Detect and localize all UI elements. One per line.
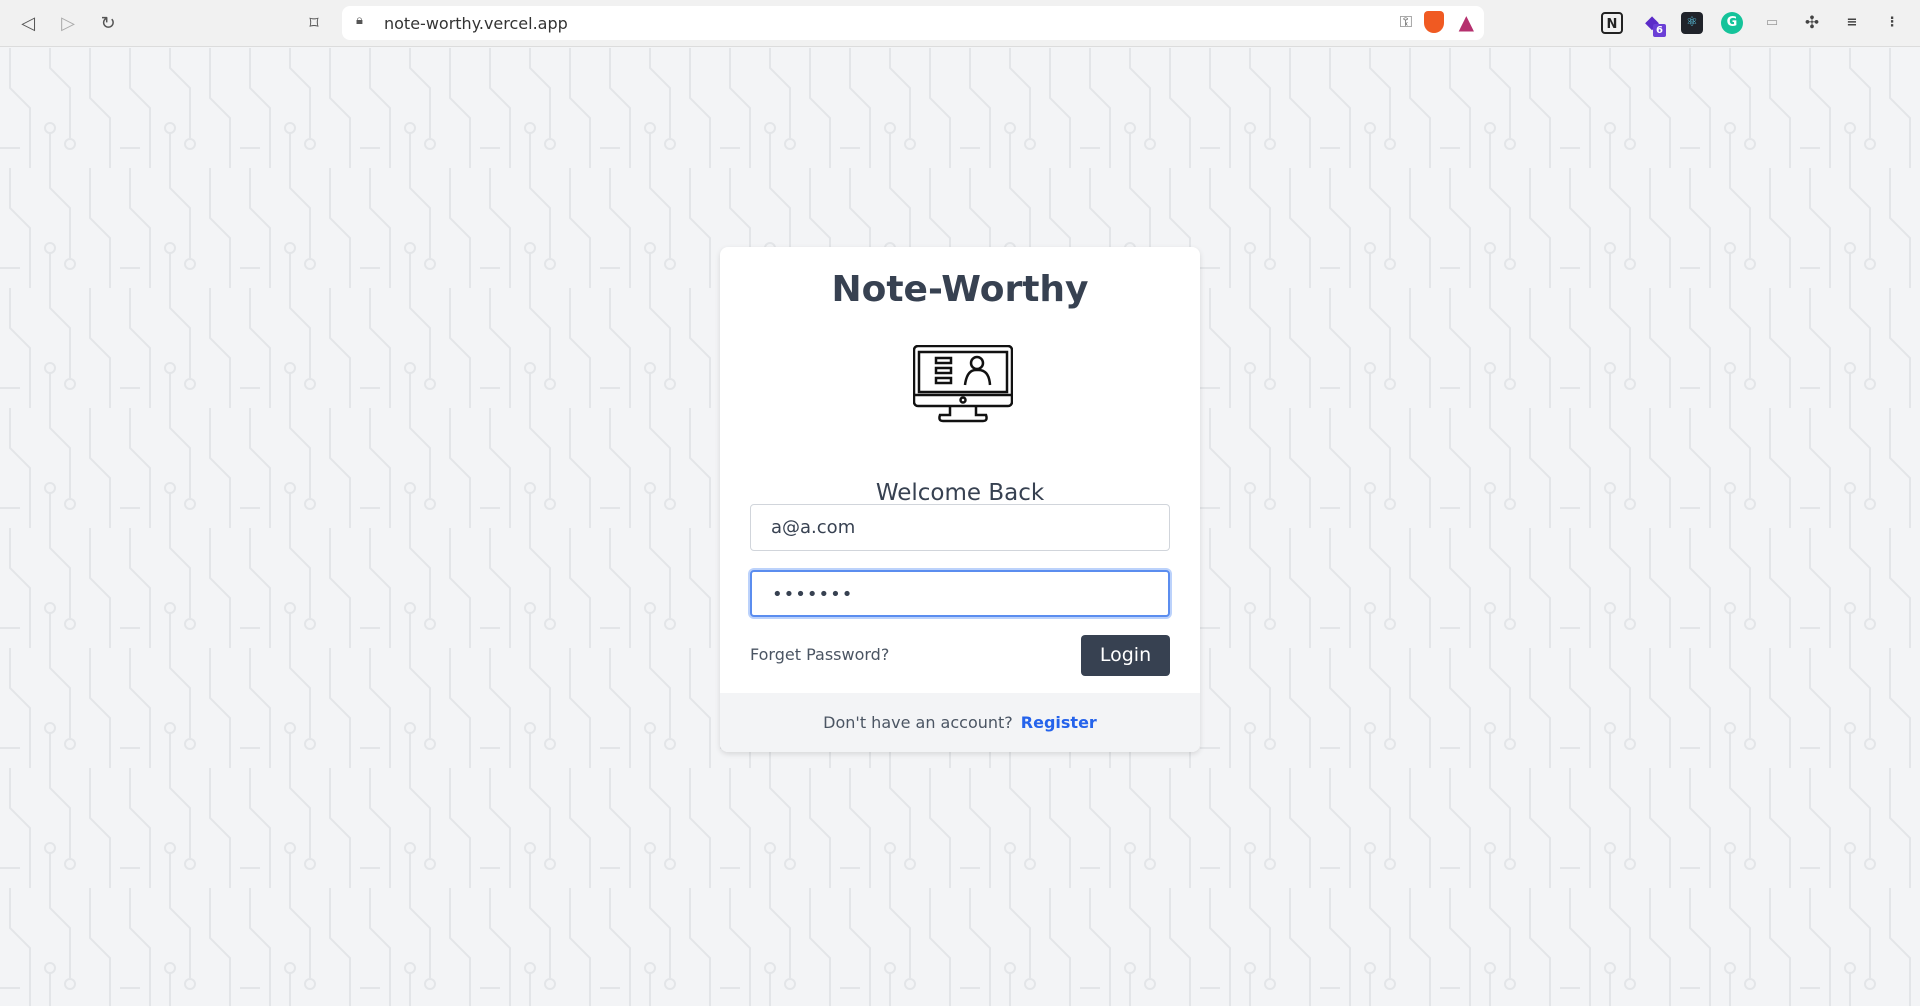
- menu-icon[interactable]: ⋮: [1881, 12, 1903, 34]
- login-button[interactable]: Login: [1081, 635, 1170, 676]
- register-link[interactable]: Register: [1021, 713, 1097, 732]
- email-input[interactable]: a@a.com: [750, 504, 1170, 551]
- screen-extension-icon[interactable]: ▭: [1761, 12, 1783, 34]
- extension-icon[interactable]: ◆ 6: [1641, 12, 1666, 37]
- extensions-puzzle-icon[interactable]: ✣: [1801, 12, 1823, 34]
- address-bar[interactable]: 🔒︎ note-worthy.vercel.app ⚿ ▲: [342, 6, 1484, 40]
- app-title: Note-Worthy: [831, 269, 1089, 310]
- computer-user-icon: [913, 345, 1013, 423]
- brave-shield-icon[interactable]: [1424, 11, 1444, 33]
- bookmark-icon[interactable]: ⌑: [302, 12, 326, 36]
- url-text: note-worthy.vercel.app: [384, 14, 568, 33]
- brave-rewards-icon[interactable]: ▲: [1459, 10, 1474, 34]
- extension-badge: 6: [1653, 24, 1666, 37]
- grammarly-icon[interactable]: G: [1721, 12, 1743, 34]
- forget-password-link[interactable]: Forget Password?: [750, 645, 889, 664]
- login-card: Note-Worthy Welcome Back a@a.com •••••••…: [720, 247, 1200, 752]
- media-queue-icon[interactable]: ≡: [1841, 12, 1863, 34]
- back-icon[interactable]: ◁: [16, 12, 40, 36]
- card-footer: Don't have an account? Register: [720, 693, 1200, 752]
- notion-extension-icon[interactable]: N: [1601, 12, 1623, 34]
- reload-icon[interactable]: ↻: [96, 12, 120, 36]
- browser-toolbar: ◁ ▷ ↻ ⌑ 🔒︎ note-worthy.vercel.app ⚿ ▲ N …: [0, 0, 1920, 47]
- register-prompt: Don't have an account?: [823, 713, 1013, 732]
- lock-icon: 🔒︎: [356, 13, 363, 28]
- react-devtools-icon[interactable]: ⚛: [1681, 12, 1703, 34]
- welcome-heading: Welcome Back: [875, 480, 1045, 506]
- password-input[interactable]: •••••••: [750, 570, 1170, 617]
- key-icon[interactable]: ⚿: [1400, 12, 1412, 32]
- forward-icon[interactable]: ▷: [56, 12, 80, 36]
